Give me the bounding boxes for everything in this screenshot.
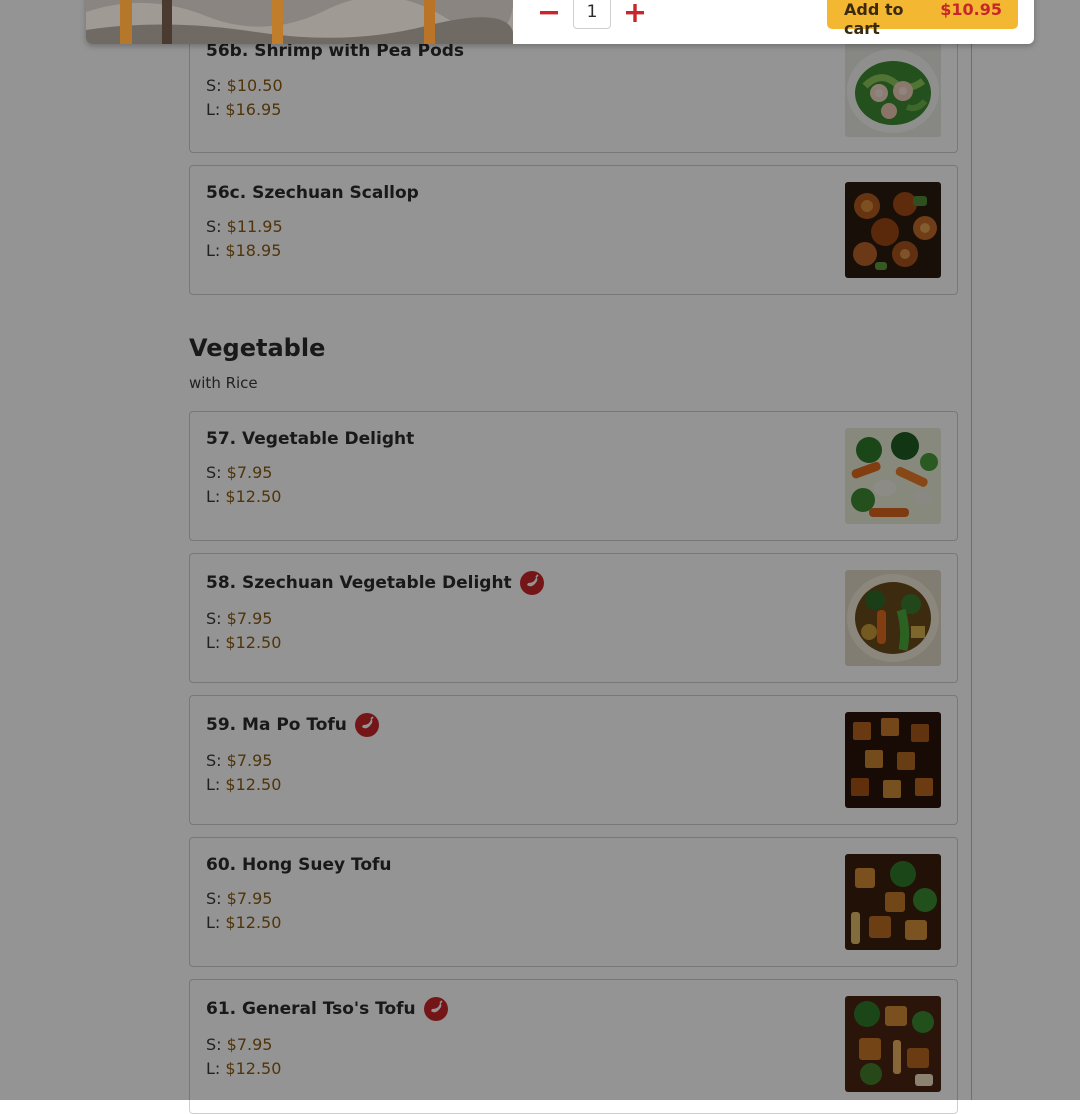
item-modal-footer: 1 Add to cart $10.95 [86,0,1034,44]
item-hero-photo [86,0,513,44]
plus-icon [626,4,644,22]
add-to-cart-label: Add to cart [844,0,904,38]
add-to-cart-button[interactable]: Add to cart $10.95 [827,0,1018,38]
quantity-field[interactable]: 1 [573,0,611,29]
increase-quantity-button[interactable] [622,0,648,26]
minus-icon [540,11,558,15]
add-to-cart-price: $10.95 [940,0,1002,19]
modal-backdrop[interactable] [0,0,1080,1100]
decrease-quantity-button[interactable] [536,0,562,26]
